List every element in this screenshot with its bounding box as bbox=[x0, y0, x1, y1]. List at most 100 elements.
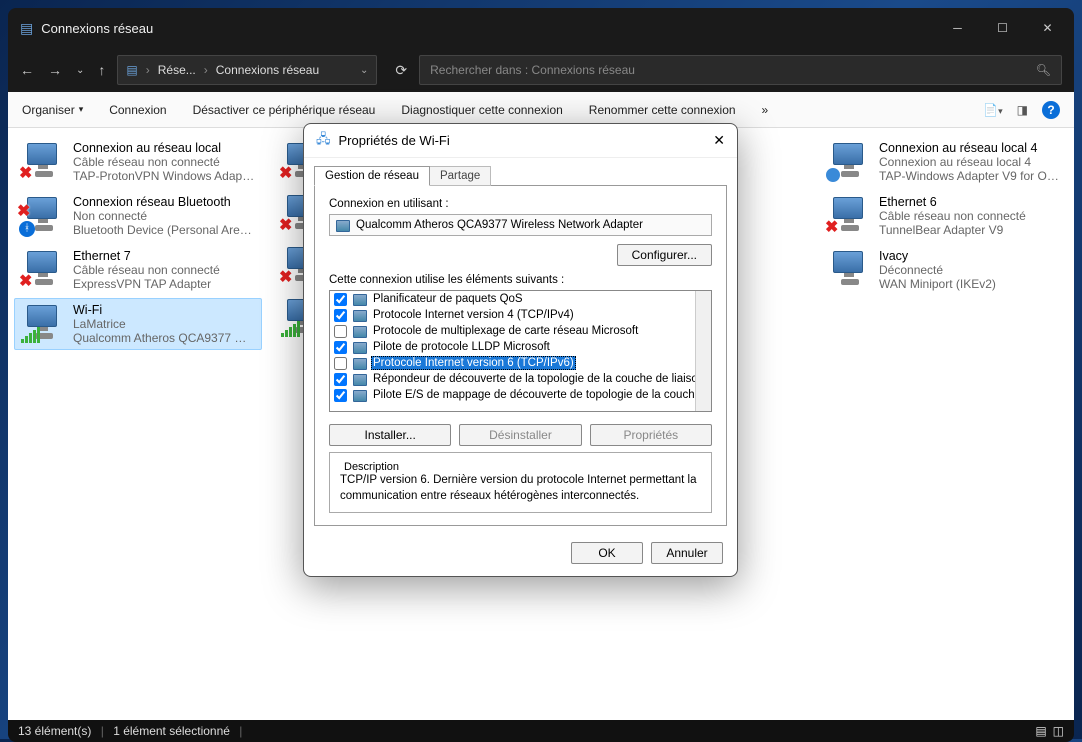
component-checkbox[interactable] bbox=[334, 293, 347, 306]
adapter-device: TAP-Windows Adapter V9 for Ope... bbox=[879, 169, 1061, 183]
component-item[interactable]: Protocole de multiplexage de carte résea… bbox=[330, 323, 695, 339]
organize-menu[interactable]: Organiser ▾ bbox=[22, 103, 83, 117]
component-checkbox[interactable] bbox=[334, 309, 347, 322]
close-button[interactable]: ✕ bbox=[1025, 13, 1070, 43]
component-icon bbox=[353, 310, 367, 322]
component-label: Planificateur de paquets QoS bbox=[371, 292, 525, 306]
adapter-status: Câble réseau non connecté bbox=[879, 209, 1026, 223]
window-title: Connexions réseau bbox=[41, 21, 153, 36]
adapter-item[interactable]: Wi-FiLaMatriceQualcomm Atheros QCA9377 W… bbox=[14, 298, 262, 350]
component-icon bbox=[353, 390, 367, 402]
up-button[interactable]: ↑ bbox=[98, 62, 105, 78]
adapter-name: Wi-Fi bbox=[73, 303, 255, 317]
component-label: Répondeur de découverte de la topologie … bbox=[371, 372, 695, 386]
breadcrumb-segment[interactable]: Connexions réseau bbox=[216, 63, 319, 77]
network-components-list[interactable]: Planificateur de paquets QoSProtocole In… bbox=[329, 290, 712, 412]
component-checkbox[interactable] bbox=[334, 325, 347, 338]
dialog-close-button[interactable]: ✕ bbox=[713, 132, 725, 149]
description-group: Description TCP/IP version 6. Dernière v… bbox=[329, 452, 712, 513]
adapter-status: LaMatrice bbox=[73, 317, 255, 331]
adapter-name: Ethernet 6 bbox=[879, 195, 1026, 209]
adapter-item[interactable]: ᚼ✖Connexion réseau BluetoothNon connecté… bbox=[14, 190, 262, 242]
adapter-item[interactable]: IvacyDéconnectéWAN Miniport (IKEv2) bbox=[820, 244, 1068, 296]
adapter-status: Câble réseau non connecté bbox=[73, 155, 255, 169]
connect-using-label: Connexion en utilisant : bbox=[329, 198, 712, 210]
adapter-name-field: Qualcomm Atheros QCA9377 Wireless Networ… bbox=[329, 214, 712, 236]
tab-network[interactable]: Gestion de réseau bbox=[314, 166, 430, 186]
component-label: Pilote de protocole LLDP Microsoft bbox=[371, 340, 552, 354]
view-options-icon[interactable]: 📄▾ bbox=[983, 103, 1002, 117]
address-dropdown-icon[interactable]: ⌄ bbox=[360, 65, 368, 76]
adapter-name: Ivacy bbox=[879, 249, 996, 263]
component-item[interactable]: Planificateur de paquets QoS bbox=[330, 291, 695, 307]
adapter-item[interactable]: ✖Ethernet 7Câble réseau non connectéExpr… bbox=[14, 244, 262, 296]
forward-button[interactable]: → bbox=[48, 62, 62, 78]
component-item[interactable]: Protocole Internet version 4 (TCP/IPv4) bbox=[330, 307, 695, 323]
adapter-name: Ethernet 7 bbox=[73, 249, 220, 263]
back-button[interactable]: ← bbox=[20, 62, 34, 78]
adapter-icon bbox=[336, 220, 350, 232]
install-button[interactable]: Installer... bbox=[329, 424, 451, 446]
window-titlebar: ▤ Connexions réseau ─ ☐ ✕ bbox=[8, 8, 1074, 48]
adapter-name: Connexion au réseau local bbox=[73, 141, 255, 155]
component-checkbox[interactable] bbox=[334, 341, 347, 354]
adapter-item[interactable]: ✖Ethernet 6Câble réseau non connectéTunn… bbox=[820, 190, 1068, 242]
view-details-icon[interactable]: ▤ bbox=[1035, 724, 1046, 738]
recent-dropdown[interactable]: ⌄ bbox=[76, 65, 84, 76]
item-count: 13 élément(s) bbox=[18, 724, 91, 738]
maximize-button[interactable]: ☐ bbox=[980, 13, 1025, 43]
component-icon bbox=[353, 358, 367, 370]
adapter-name: Connexion au réseau local 4 bbox=[879, 141, 1061, 155]
search-icon: 🔍︎ bbox=[1036, 63, 1051, 77]
preview-pane-icon[interactable]: ◨ bbox=[1017, 103, 1028, 117]
adapter-item[interactable]: ✖Connexion au réseau localCâble réseau n… bbox=[14, 136, 262, 188]
adapter-status: Déconnecté bbox=[879, 263, 996, 277]
component-item[interactable]: Pilote de protocole LLDP Microsoft bbox=[330, 339, 695, 355]
crumb-sep-icon: › bbox=[204, 63, 208, 77]
cmd-connection[interactable]: Connexion bbox=[109, 103, 166, 117]
cmd-overflow[interactable]: » bbox=[762, 103, 769, 117]
view-large-icon[interactable]: ◫ bbox=[1053, 724, 1064, 738]
dialog-icon: 🖧 bbox=[316, 130, 331, 152]
component-checkbox[interactable] bbox=[334, 389, 347, 402]
cmd-diagnose[interactable]: Diagnostiquer cette connexion bbox=[401, 103, 562, 117]
ok-button[interactable]: OK bbox=[571, 542, 643, 564]
refresh-button[interactable]: ⟳ bbox=[395, 62, 407, 79]
elements-label: Cette connexion utilise les éléments sui… bbox=[329, 274, 712, 286]
adapter-device: TunnelBear Adapter V9 bbox=[879, 223, 1026, 237]
address-bar[interactable]: ▤ › Rése... › Connexions réseau ⌄ bbox=[117, 55, 377, 85]
configure-button[interactable]: Configurer... bbox=[617, 244, 712, 266]
component-checkbox[interactable] bbox=[334, 357, 347, 370]
list-scrollbar[interactable] bbox=[695, 291, 711, 411]
tab-sharing[interactable]: Partage bbox=[429, 166, 491, 186]
adapter-status: Câble réseau non connecté bbox=[73, 263, 220, 277]
component-checkbox[interactable] bbox=[334, 373, 347, 386]
app-icon: ▤ bbox=[20, 20, 33, 37]
breadcrumb-segment[interactable]: Rése... bbox=[158, 63, 196, 77]
adapter-device: Bluetooth Device (Personal Area ... bbox=[73, 223, 255, 237]
crumb-sep-icon: › bbox=[146, 63, 150, 77]
help-icon[interactable]: ? bbox=[1042, 101, 1060, 119]
adapter-device: Qualcomm Atheros QCA9377 Wir... bbox=[73, 331, 255, 345]
adapter-status: Non connecté bbox=[73, 209, 255, 223]
adapter-item[interactable]: Connexion au réseau local 4Connexion au … bbox=[820, 136, 1068, 188]
component-icon bbox=[353, 342, 367, 354]
uninstall-button[interactable]: Désinstaller bbox=[459, 424, 581, 446]
component-icon bbox=[353, 374, 367, 386]
description-body: TCP/IP version 6. Dernière version du pr… bbox=[340, 473, 701, 504]
component-icon bbox=[353, 326, 367, 338]
navigation-toolbar: ← → ⌄ ↑ ▤ › Rése... › Connexions réseau … bbox=[8, 48, 1074, 92]
minimize-button[interactable]: ─ bbox=[935, 13, 980, 43]
cmd-disable[interactable]: Désactiver ce périphérique réseau bbox=[193, 103, 376, 117]
cancel-button[interactable]: Annuler bbox=[651, 542, 723, 564]
component-item[interactable]: Pilote E/S de mappage de découverte de t… bbox=[330, 387, 695, 403]
search-box[interactable]: Rechercher dans : Connexions réseau 🔍︎ bbox=[419, 55, 1062, 85]
adapter-name: Connexion réseau Bluetooth bbox=[73, 195, 255, 209]
cmd-rename[interactable]: Renommer cette connexion bbox=[589, 103, 736, 117]
properties-button[interactable]: Propriétés bbox=[590, 424, 712, 446]
chevron-down-icon: ▾ bbox=[79, 104, 84, 115]
selection-count: 1 élément sélectionné bbox=[113, 724, 230, 738]
component-item[interactable]: Répondeur de découverte de la topologie … bbox=[330, 371, 695, 387]
component-item[interactable]: Protocole Internet version 6 (TCP/IPv6) bbox=[330, 355, 695, 371]
address-icon: ▤ bbox=[126, 63, 137, 77]
